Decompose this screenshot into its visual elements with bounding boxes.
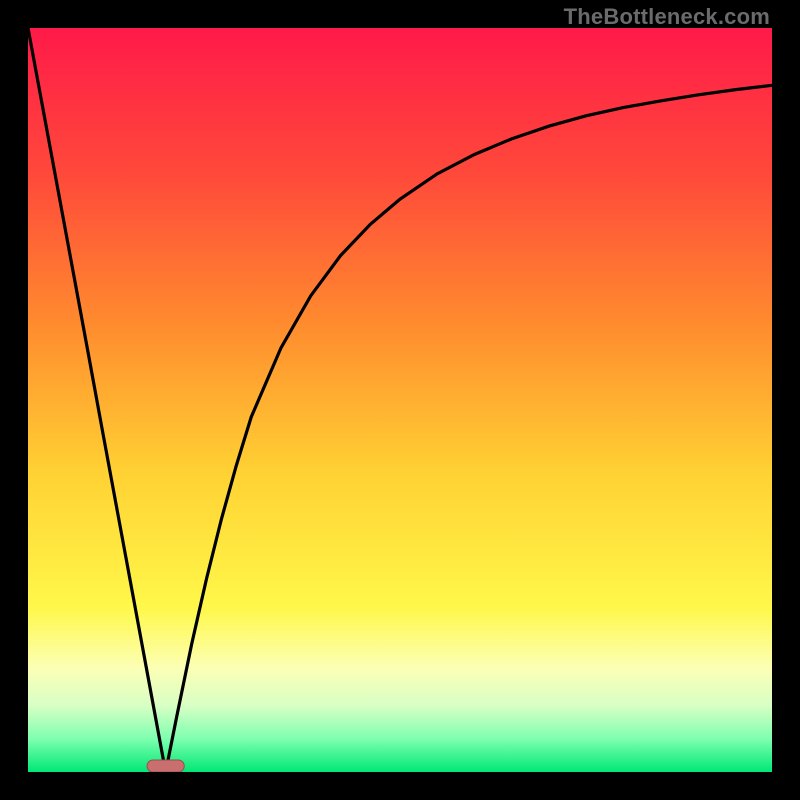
chart-frame: TheBottleneck.com (0, 0, 800, 800)
watermark-text: TheBottleneck.com (564, 4, 770, 30)
bottleneck-curve (28, 28, 772, 772)
plot-area (28, 28, 772, 772)
